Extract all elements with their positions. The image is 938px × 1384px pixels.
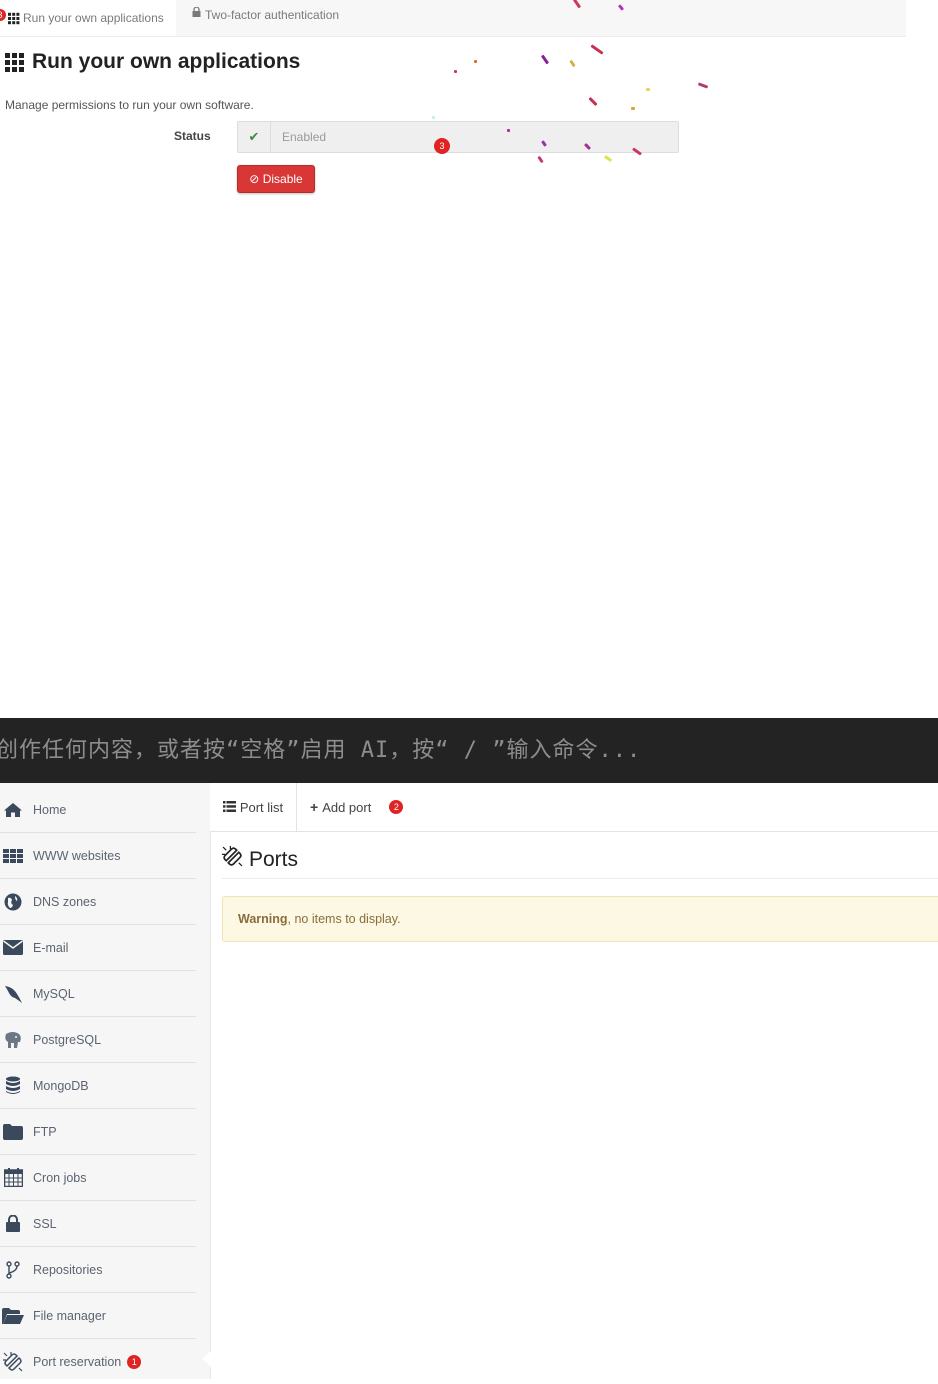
calendar-icon: [2, 1168, 24, 1188]
disable-button[interactable]: ⊘ Disable: [237, 165, 315, 193]
sidebar-item-label: SSL: [33, 1216, 57, 1231]
page-title: Run your own applications: [5, 50, 300, 74]
elephant-icon: [2, 1030, 24, 1050]
status-label: Status: [174, 129, 211, 143]
sidebar-item-label: Repositories: [33, 1262, 103, 1277]
sidebar: Home WWW websites DNS zones E-mail MySQL: [0, 783, 211, 1379]
status-value: Enabled: [282, 130, 327, 144]
divider: [222, 878, 938, 879]
sidebar-item-postgresql[interactable]: PostgreSQL: [0, 1017, 196, 1063]
warning-text: , no items to display.: [287, 912, 401, 926]
home-icon: [2, 800, 24, 820]
folder-icon: [2, 1122, 24, 1142]
sidebar-item-label: Port reservation: [33, 1354, 122, 1369]
command-input-bar[interactable]: 创作任何内容，或者按“空格”启用 AI，按“ / ”输入命令...: [0, 718, 938, 783]
grid-icon: [8, 12, 20, 24]
sidebar-item-label: WWW websites: [33, 848, 121, 863]
sidebar-item-repositories[interactable]: Repositories: [0, 1247, 196, 1293]
sidebar-item-home[interactable]: Home: [0, 787, 196, 833]
sidebar-item-label: MySQL: [33, 986, 75, 1001]
ports-panel: Home WWW websites DNS zones E-mail MySQL: [0, 783, 938, 1379]
sidebar-item-label: Cron jobs: [33, 1170, 87, 1185]
sidebar-item-cron-jobs[interactable]: Cron jobs: [0, 1155, 196, 1201]
sidebar-item-label: E-mail: [33, 940, 69, 955]
ban-icon: ⊘: [249, 172, 260, 186]
sidebar-item-www-websites[interactable]: WWW websites: [0, 833, 196, 879]
sidebar-item-ftp[interactable]: FTP: [0, 1109, 196, 1155]
tab-add-port[interactable]: + Add port 2: [310, 783, 404, 831]
notification-badge: 1: [127, 1354, 142, 1369]
notification-badge: 2: [389, 800, 404, 814]
command-input-placeholder: 创作任何内容，或者按“空格”启用 AI，按“ / ”输入命令...: [0, 738, 642, 763]
tab-port-list[interactable]: Port list: [210, 783, 297, 831]
sidebar-item-label: Home: [33, 802, 67, 817]
warning-strong: Warning: [238, 912, 288, 926]
tab-label: Two-factor authentication: [205, 8, 340, 22]
sidebar-item-dns-zones[interactable]: DNS zones: [0, 879, 196, 925]
page-title: Ports: [222, 846, 298, 873]
notification-badge: 3: [434, 138, 450, 154]
tab-label: Run your own applications: [23, 11, 164, 25]
ports-tab-bar: Port list + Add port 2: [210, 783, 938, 832]
page-title-text: Ports: [249, 847, 299, 871]
plug-icon: [2, 1351, 24, 1372]
sidebar-item-ssl[interactable]: SSL: [0, 1201, 196, 1247]
tab-label: Port list: [239, 799, 284, 815]
page-title-text: Run your own applications: [32, 50, 301, 73]
tab-label: Add port: [322, 799, 372, 815]
plug-icon: [222, 846, 243, 873]
checkmark-icon: ✔: [238, 122, 271, 152]
grid-icon: [5, 52, 24, 72]
plus-icon: +: [310, 798, 319, 815]
sidebar-item-label: FTP: [33, 1124, 57, 1139]
lock-icon: [2, 1214, 24, 1234]
folder-open-icon: [2, 1306, 24, 1326]
top-tab-bar: 3 Run your own applications Two-factor a…: [0, 0, 906, 37]
sidebar-item-label: PostgreSQL: [33, 1032, 102, 1047]
tab-two-factor-authentication[interactable]: Two-factor authentication: [192, 0, 339, 30]
disable-button-label: Disable: [262, 172, 303, 186]
grid-icon: [2, 846, 24, 866]
globe-icon: [2, 892, 24, 912]
sidebar-item-file-manager[interactable]: File manager: [0, 1293, 196, 1339]
sidebar-item-mysql[interactable]: MySQL: [0, 971, 196, 1017]
warning-alert: Warning, no items to display.: [222, 896, 938, 942]
page-description: Manage permissions to run your own softw…: [5, 98, 254, 112]
tab-run-your-own-applications[interactable]: 3 Run your own applications: [0, 0, 176, 36]
sidebar-item-label: DNS zones: [33, 894, 97, 909]
envelope-icon: [2, 938, 24, 958]
lock-icon: [192, 0, 201, 30]
sidebar-item-port-reservation[interactable]: Port reservation 1: [0, 1339, 196, 1384]
notification-badge: 3: [0, 9, 6, 21]
branch-icon: [2, 1260, 24, 1280]
list-icon: [222, 780, 236, 835]
active-indicator: [202, 1351, 211, 1367]
top-screenshot-region: 3 Run your own applications Two-factor a…: [0, 0, 938, 718]
sidebar-item-label: File manager: [33, 1308, 106, 1323]
sidebar-item-email[interactable]: E-mail: [0, 925, 196, 971]
database-icon: [2, 1076, 24, 1096]
sidebar-item-mongodb[interactable]: MongoDB: [0, 1063, 196, 1109]
dolphin-icon: [2, 984, 24, 1004]
status-field: ✔ Enabled 3: [237, 121, 679, 154]
sidebar-item-label: MongoDB: [33, 1078, 89, 1093]
